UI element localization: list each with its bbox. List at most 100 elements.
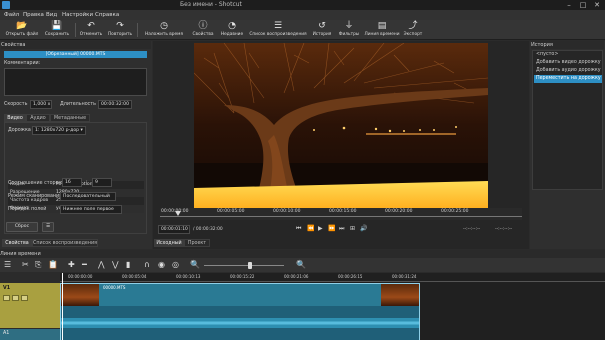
current-time-field[interactable]: 00:00:01:10 (158, 225, 190, 234)
properties-button[interactable]: ⓘ Свойства (189, 21, 217, 39)
reset-button[interactable]: Сброс (6, 222, 38, 232)
remove-icon[interactable]: ━ (82, 259, 87, 271)
cut-icon[interactable]: ✂ (22, 259, 29, 271)
field-order-select[interactable]: Нижнее поле первое (60, 205, 122, 214)
duration-field[interactable]: 00:00:32:00 (98, 100, 132, 109)
history-item[interactable]: <пусто> (534, 51, 602, 59)
player-time-ruler[interactable]: 00:00:00:00 00:00:05:00 00:00:10:00 00:0… (160, 208, 522, 220)
speed-label: Скорость (4, 102, 28, 107)
aspect-separator: : (86, 180, 88, 185)
zoom-fit-icon[interactable]: ⊞ (350, 225, 355, 232)
playhead-icon[interactable] (175, 211, 181, 216)
menu-settings[interactable]: Настройки (62, 10, 93, 20)
ruler-tick: 00:00:15:00 (329, 209, 357, 214)
snap-icon[interactable]: ∩ (144, 259, 150, 271)
rewind-icon[interactable]: ⏪ (307, 225, 314, 232)
clip-name: [Обрезанный] 00000.MTS (4, 51, 147, 58)
out-point: --:--:--:-- (495, 227, 513, 232)
fast-forward-icon[interactable]: ⏩ (328, 225, 335, 232)
properties-panel: Свойства [Обрезанный] 00000.MTS Коммента… (0, 41, 152, 249)
history-item[interactable]: Добавить аудио дорожку (534, 67, 602, 75)
redo-button[interactable]: ↷ Повторить (105, 21, 135, 39)
history-item-selected[interactable]: Переместить на дорожку (534, 75, 602, 83)
zoom-slider-handle[interactable] (248, 262, 252, 269)
filters-button[interactable]: ⏚ Фильтры (335, 21, 363, 39)
ruler-tick: 00:00:15:22 (230, 274, 255, 279)
menu-icon[interactable]: ☰ (42, 222, 54, 232)
recent-button[interactable]: ◔ Недавние (217, 21, 247, 39)
lock-icon[interactable] (21, 295, 28, 301)
maximize-button[interactable]: □ (576, 0, 590, 10)
ruler-tick: 00:00:10:00 (273, 209, 301, 214)
transport-bar: 00:00:01:10 / 00:00:32:00 ⏮ ⏪ ▶ ⏩ ⏭ ⊞ 🔊 … (153, 221, 529, 239)
tab-project[interactable]: Проект (184, 239, 210, 247)
comments-textarea[interactable] (4, 68, 147, 96)
playlist-button[interactable]: ☰ Список воспроизведения (247, 21, 309, 39)
volume-icon[interactable]: 🔊 (360, 225, 367, 232)
mute-icon[interactable] (3, 295, 10, 301)
menu-view[interactable]: Вид (46, 10, 57, 20)
title-bar: Без имени - Shotcut – □ ✕ (0, 0, 605, 10)
ruler-tick: 00:00:31:24 (392, 274, 417, 279)
ruler-tick: 00:00:21:06 (284, 274, 309, 279)
timecode-button[interactable]: ◷ Наложить время (140, 21, 188, 39)
overwrite-icon[interactable]: ⋁ (112, 259, 119, 271)
window-title: Без имени - Shotcut (180, 1, 242, 8)
tab-source[interactable]: Исходный (154, 239, 184, 247)
tab-video[interactable]: Видео (4, 114, 26, 122)
tab-playlist[interactable]: Список воспроизведения (32, 239, 98, 247)
playlist-icon: ☰ (273, 21, 283, 31)
track-headers: V1 A1 (0, 273, 60, 340)
save-icon: 💾 (51, 21, 63, 31)
menu-help[interactable]: Справка (95, 10, 119, 20)
close-button[interactable]: ✕ (590, 0, 604, 10)
menu-edit[interactable]: Правка (23, 10, 44, 20)
aspect-width-field[interactable]: 16 (62, 178, 82, 187)
redo-icon: ↷ (116, 21, 124, 31)
menu-file[interactable]: Файл (4, 10, 19, 20)
zoom-slider[interactable] (204, 265, 284, 266)
save-button[interactable]: 💾 Сохранить (42, 21, 72, 39)
tab-audio[interactable]: Аудио (26, 114, 50, 122)
minimize-button[interactable]: – (562, 0, 576, 10)
history-item[interactable]: Добавить видео дорожку (534, 59, 602, 67)
filter-icon: ⏚ (344, 21, 354, 31)
copy-icon[interactable]: ⎘ (35, 259, 41, 271)
track-header-a1[interactable]: A1 (0, 329, 60, 340)
tab-metadata[interactable]: Метаданные (50, 114, 90, 122)
undo-button[interactable]: ↶ Отменить (77, 21, 105, 39)
add-icon[interactable]: ✚ (68, 259, 75, 271)
export-button[interactable]: ⤴ Экспорт (401, 21, 425, 39)
timeline-tracks: 00:00:00:00 00:00:05:04 00:00:10:13 00:0… (60, 273, 605, 340)
timeline-icon: ▤ (377, 21, 387, 31)
scan-mode-select[interactable]: Последовательный (60, 192, 116, 201)
timeline-playhead[interactable] (62, 273, 63, 340)
aspect-height-field[interactable]: 9 (92, 178, 112, 187)
tab-properties[interactable]: Свойства (2, 239, 32, 247)
timeline-button[interactable]: ▤ Линия времени (363, 21, 401, 39)
speed-field[interactable]: 1,000 x (30, 100, 52, 109)
play-icon[interactable]: ▶ (318, 225, 323, 232)
track-header-v1[interactable]: V1 (0, 283, 60, 328)
export-icon: ⤴ (408, 21, 418, 31)
scrub-icon[interactable]: ◉ (158, 259, 165, 271)
track-select[interactable]: 1: 1280x720 р-дор ▾ (32, 126, 86, 135)
split-icon[interactable]: ▮ (126, 259, 130, 271)
video-preview (194, 43, 488, 208)
recent-icon: ◔ (228, 21, 236, 31)
lift-icon[interactable]: ⋀ (98, 259, 105, 271)
ripple-icon[interactable]: ◎ (172, 259, 179, 271)
history-button[interactable]: ↺ История (309, 21, 335, 39)
total-duration: / 00:00:32:00 (193, 227, 223, 232)
open-file-button[interactable]: 📂 Открыть файл (2, 21, 42, 39)
folder-open-icon: 📂 (16, 21, 28, 31)
menu-icon[interactable]: ☰ (4, 259, 11, 271)
skip-next-icon[interactable]: ⏭ (339, 225, 344, 233)
timeline-toolbar: ☰ ✂ ⎘ 📋 ✚ ━ ⋀ ⋁ ▮ ∩ ◉ ◎ 🔍 🔍 (0, 258, 605, 272)
skip-previous-icon[interactable]: ⏮ (296, 225, 301, 233)
zoom-in-icon[interactable]: 🔍 (296, 259, 306, 271)
zoom-out-icon[interactable]: 🔍 (190, 259, 200, 271)
hide-icon[interactable] (12, 295, 19, 301)
video-clip[interactable]: 00000.MTS (60, 283, 420, 340)
paste-icon[interactable]: 📋 (48, 259, 58, 271)
